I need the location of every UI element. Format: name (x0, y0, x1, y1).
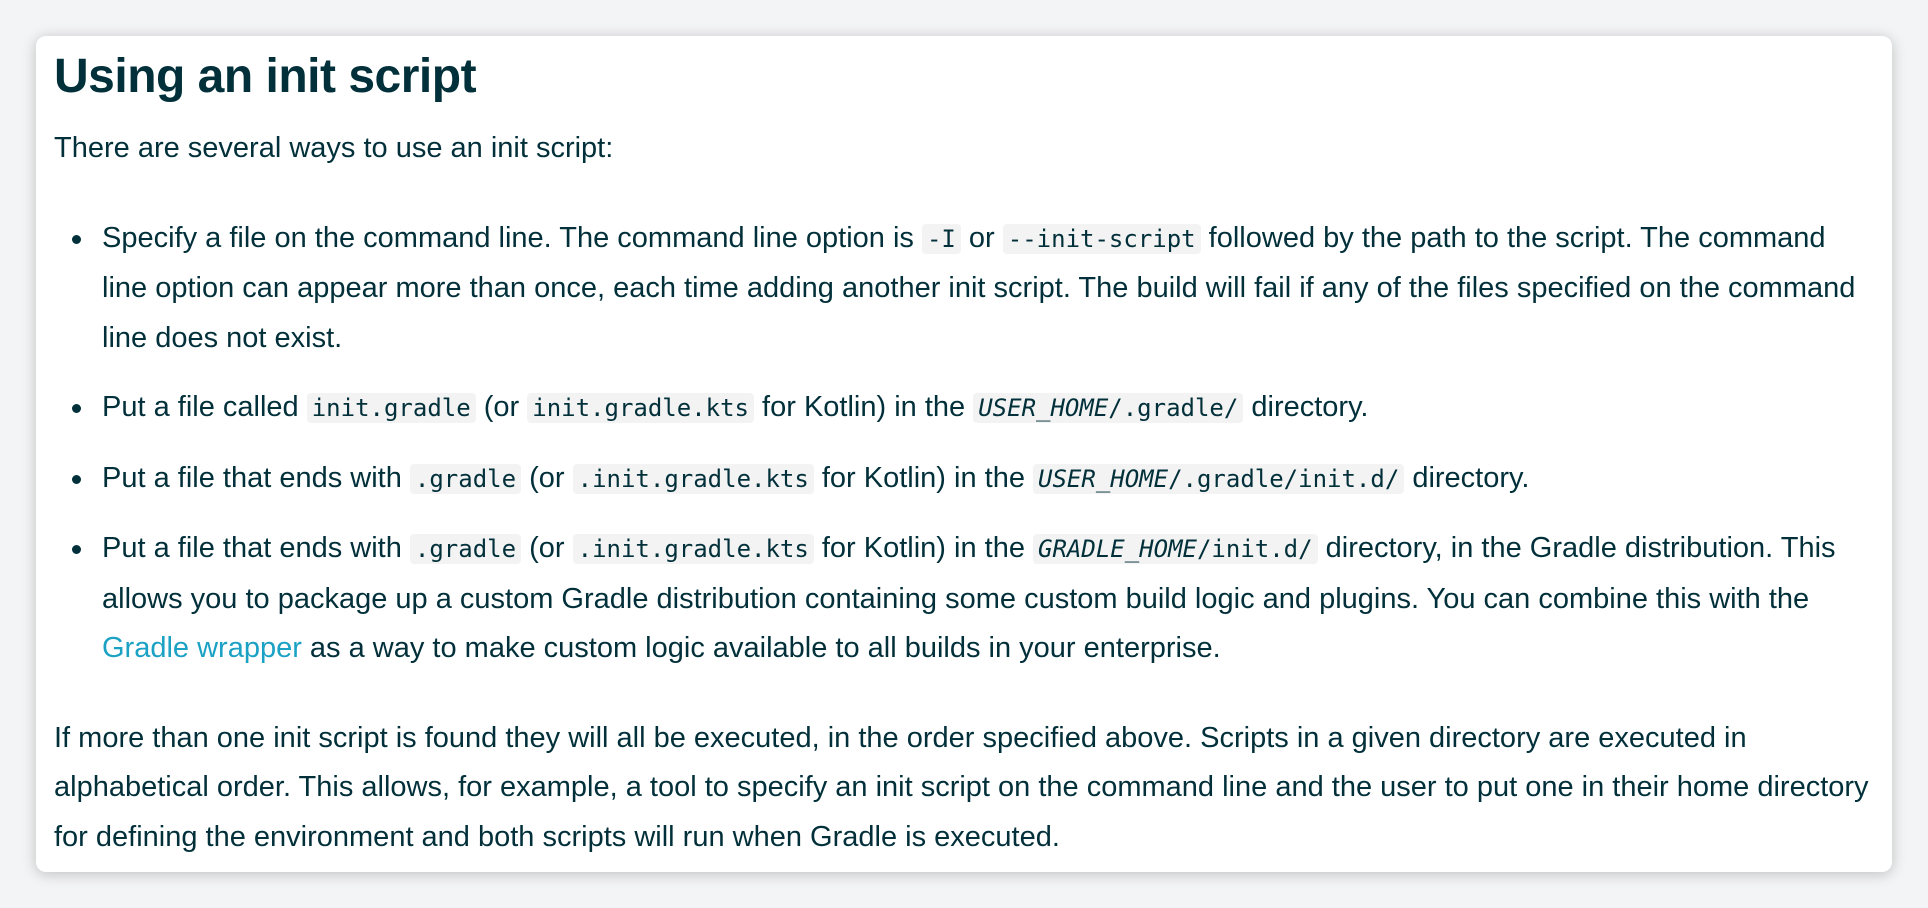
inline-code: init.gradle.kts (527, 393, 754, 423)
inline-code: init.gradle (306, 393, 476, 423)
inline-code-path: USER_HOME/.gradle/init.d/ (1033, 463, 1405, 494)
inline-code: .init.gradle.kts (572, 534, 814, 564)
inline-code: .gradle (409, 534, 522, 564)
list-item: Specify a file on the command line. The … (72, 214, 1874, 364)
inline-code-path: GRADLE_HOME/init.d/ (1033, 534, 1318, 564)
inline-code: -I (921, 223, 961, 254)
inline-code: .init.gradle.kts (572, 463, 814, 494)
gradle-wrapper-link[interactable]: Gradle wrapper (102, 632, 302, 664)
init-script-methods-list: Specify a file on the command line. The … (54, 214, 1874, 674)
content-card: Using an init script There are several w… (36, 36, 1892, 872)
list-item: Put a file that ends with .gradle (or .i… (72, 454, 1874, 505)
inline-code: --init-script (1002, 223, 1201, 254)
intro-paragraph: There are several ways to use an init sc… (54, 132, 614, 164)
list-item: Put a file that ends with .gradle (or .i… (72, 524, 1874, 674)
list-item: Put a file called init.gradle (or init.g… (72, 383, 1874, 434)
inline-code: .gradle (409, 463, 522, 494)
section-heading: Using an init script (54, 50, 477, 103)
inline-code-path: USER_HOME/.gradle/ (973, 393, 1244, 423)
outro-paragraph: If more than one init script is found th… (54, 721, 1869, 853)
